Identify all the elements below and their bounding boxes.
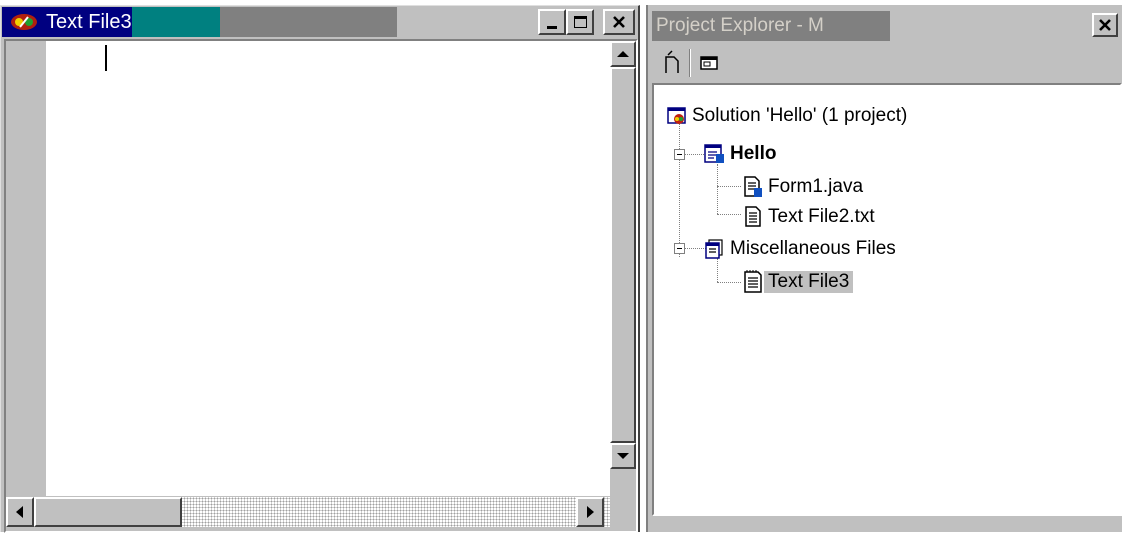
arrow-left-icon	[16, 506, 23, 518]
toolbar-separator	[689, 49, 691, 77]
scroll-up-button[interactable]	[610, 41, 636, 67]
maximize-button[interactable]	[566, 9, 594, 35]
maximize-icon	[573, 16, 587, 28]
app-icon[interactable]	[10, 13, 38, 31]
arrow-down-icon	[617, 453, 629, 459]
view-code-button[interactable]	[694, 49, 724, 77]
collapse-toggle-hello[interactable]	[674, 149, 685, 160]
solution-tree[interactable]: Solution 'Hello' (1 project) Hello Form1…	[652, 83, 1122, 516]
minimize-button[interactable]	[538, 9, 566, 35]
close-icon	[1099, 19, 1111, 31]
tree-item-label: Miscellaneous Files	[730, 238, 896, 259]
tree-connector	[679, 115, 680, 257]
arrow-up-icon	[617, 51, 629, 57]
tree-connector	[717, 186, 741, 187]
tree-item-label: Text File3	[764, 271, 854, 293]
explorer-close-button[interactable]	[1092, 13, 1118, 37]
vertical-scrollbar[interactable]	[610, 41, 636, 497]
close-button[interactable]	[603, 9, 635, 35]
horizontal-scroll-thumb[interactable]	[34, 497, 182, 527]
text-file-icon	[744, 270, 762, 293]
horizontal-scrollbar[interactable]	[6, 497, 610, 527]
close-icon	[613, 16, 625, 28]
editor-title-bar[interactable]: Text File3	[2, 7, 638, 37]
tree-connector	[717, 282, 741, 283]
explorer-title: Project Explorer - M	[656, 15, 824, 36]
tree-item-label: Solution 'Hello' (1 project)	[692, 105, 908, 126]
tree-item-misc-files[interactable]: Miscellaneous Files	[702, 236, 900, 262]
misc-files-icon	[705, 239, 723, 259]
solution-icon	[667, 107, 686, 124]
editor-title: Text File3	[46, 11, 132, 33]
scroll-left-button[interactable]	[6, 497, 34, 527]
minimize-icon	[547, 25, 557, 29]
scroll-right-button[interactable]	[576, 497, 604, 527]
explorer-title-bar[interactable]: Project Explorer - M	[652, 11, 1122, 41]
tree-item-hello-project[interactable]: Hello	[702, 141, 780, 167]
view-code-icon	[700, 56, 718, 70]
text-file-icon	[745, 206, 761, 227]
tree-item-label: Text File2.txt	[768, 206, 875, 227]
tree-item-text-file2[interactable]: Text File2.txt	[742, 204, 879, 230]
collapse-toggle-misc[interactable]	[674, 243, 685, 254]
tree-item-form1-java[interactable]: Form1.java	[742, 174, 867, 200]
scroll-gap	[610, 469, 636, 497]
properties-button[interactable]	[656, 49, 686, 77]
vertical-scroll-thumb[interactable]	[610, 67, 636, 443]
editor-client-area	[4, 39, 638, 533]
tree-item-solution[interactable]: Solution 'Hello' (1 project)	[666, 103, 911, 129]
text-caret	[105, 45, 107, 71]
text-editor-area[interactable]	[46, 41, 610, 496]
tree-item-label: Hello	[730, 143, 777, 164]
project-explorer-window: Project Explorer - M Solution 'Hello' (1…	[646, 5, 1122, 532]
size-grip	[610, 497, 636, 527]
tree-connector	[717, 214, 741, 215]
arrow-right-icon	[587, 506, 594, 518]
java-file-icon	[744, 176, 762, 197]
tree-connector	[717, 164, 718, 214]
editor-window: Text File3	[0, 5, 640, 533]
scroll-down-button[interactable]	[610, 443, 636, 469]
java-project-icon	[704, 144, 724, 163]
explorer-toolbar	[652, 45, 1122, 81]
indicator-margin	[6, 41, 44, 497]
tree-item-text-file3[interactable]: Text File3	[742, 269, 854, 295]
tree-item-label: Form1.java	[768, 176, 864, 197]
properties-icon	[665, 50, 679, 73]
